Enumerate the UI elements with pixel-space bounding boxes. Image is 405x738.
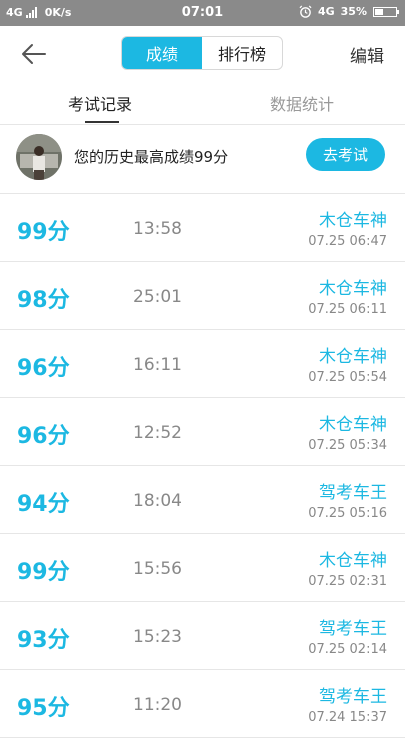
record-score: 99分 [17, 560, 70, 585]
list-item[interactable]: 93分 15:23 驾考车王 07.25 02:14 [0, 602, 405, 670]
record-score: 96分 [17, 424, 70, 449]
avatar[interactable] [16, 134, 62, 180]
record-title: 木仓车神 [319, 415, 387, 435]
active-tab-indicator [85, 121, 119, 123]
back-button[interactable] [18, 38, 50, 70]
status-right: 4G 35% [299, 5, 399, 18]
avatar-image [16, 134, 62, 180]
record-date: 07.25 02:31 [308, 574, 387, 589]
record-score: 96分 [17, 356, 70, 381]
record-duration: 25:01 [133, 287, 182, 307]
best-score-summary: 您的历史最高成绩99分 去考试 [0, 125, 405, 194]
record-score: 99分 [17, 220, 70, 245]
record-score: 93分 [17, 628, 70, 653]
record-duration: 12:52 [133, 423, 182, 443]
list-item[interactable]: 99分 13:58 木仓车神 07.25 06:47 [0, 194, 405, 262]
tab-data-stats[interactable]: 数据统计 [270, 91, 334, 115]
record-duration: 15:56 [133, 559, 182, 579]
network-type-right: 4G [317, 5, 335, 18]
best-score-text: 您的历史最高成绩99分 [74, 148, 229, 166]
record-date: 07.25 02:14 [308, 642, 387, 657]
list-item[interactable]: 96分 16:11 木仓车神 07.25 05:54 [0, 330, 405, 398]
record-title: 驾考车王 [319, 483, 387, 503]
record-duration: 15:23 [133, 627, 182, 647]
back-arrow-icon [22, 44, 46, 64]
tab-ranking[interactable]: 排行榜 [202, 37, 282, 69]
record-score: 94分 [17, 492, 70, 517]
sub-tabs: 考试记录 数据统计 [0, 82, 405, 125]
record-date: 07.25 05:16 [308, 506, 387, 521]
record-duration: 13:58 [133, 219, 182, 239]
record-date: 07.25 05:54 [308, 370, 387, 385]
battery-percent: 35% [340, 5, 367, 18]
list-item[interactable]: 99分 15:56 木仓车神 07.25 02:31 [0, 534, 405, 602]
record-title: 木仓车神 [319, 347, 387, 367]
record-score: 95分 [17, 696, 70, 721]
record-date: 07.25 05:34 [308, 438, 387, 453]
tab-scores[interactable]: 成绩 [122, 37, 202, 69]
record-title: 驾考车王 [319, 687, 387, 707]
top-header: 成绩 排行榜 编辑 [0, 26, 405, 82]
record-duration: 11:20 [133, 695, 182, 715]
record-duration: 16:11 [133, 355, 182, 375]
list-item[interactable]: 95分 11:20 驾考车王 07.24 15:37 [0, 670, 405, 738]
battery-icon [373, 6, 399, 17]
record-date: 07.24 15:37 [308, 710, 387, 725]
status-bar: 4G 0K/s 07:01 4G 35% [0, 0, 405, 26]
record-title: 木仓车神 [319, 279, 387, 299]
record-title: 木仓车神 [319, 551, 387, 571]
list-item[interactable]: 94分 18:04 驾考车王 07.25 05:16 [0, 466, 405, 534]
list-item[interactable]: 96分 12:52 木仓车神 07.25 05:34 [0, 398, 405, 466]
tab-exam-records[interactable]: 考试记录 [68, 91, 132, 115]
record-title: 驾考车王 [319, 619, 387, 639]
record-score: 98分 [17, 288, 70, 313]
record-title: 木仓车神 [319, 211, 387, 231]
record-date: 07.25 06:47 [308, 234, 387, 249]
edit-button[interactable]: 编辑 [350, 42, 384, 67]
exam-records-list: 99分 13:58 木仓车神 07.25 06:47 98分 25:01 木仓车… [0, 194, 405, 738]
alarm-icon [299, 5, 312, 18]
record-duration: 18:04 [133, 491, 182, 511]
segmented-control: 成绩 排行榜 [121, 36, 283, 70]
record-date: 07.25 06:11 [308, 302, 387, 317]
list-item[interactable]: 98分 25:01 木仓车神 07.25 06:11 [0, 262, 405, 330]
go-exam-button[interactable]: 去考试 [306, 138, 385, 171]
